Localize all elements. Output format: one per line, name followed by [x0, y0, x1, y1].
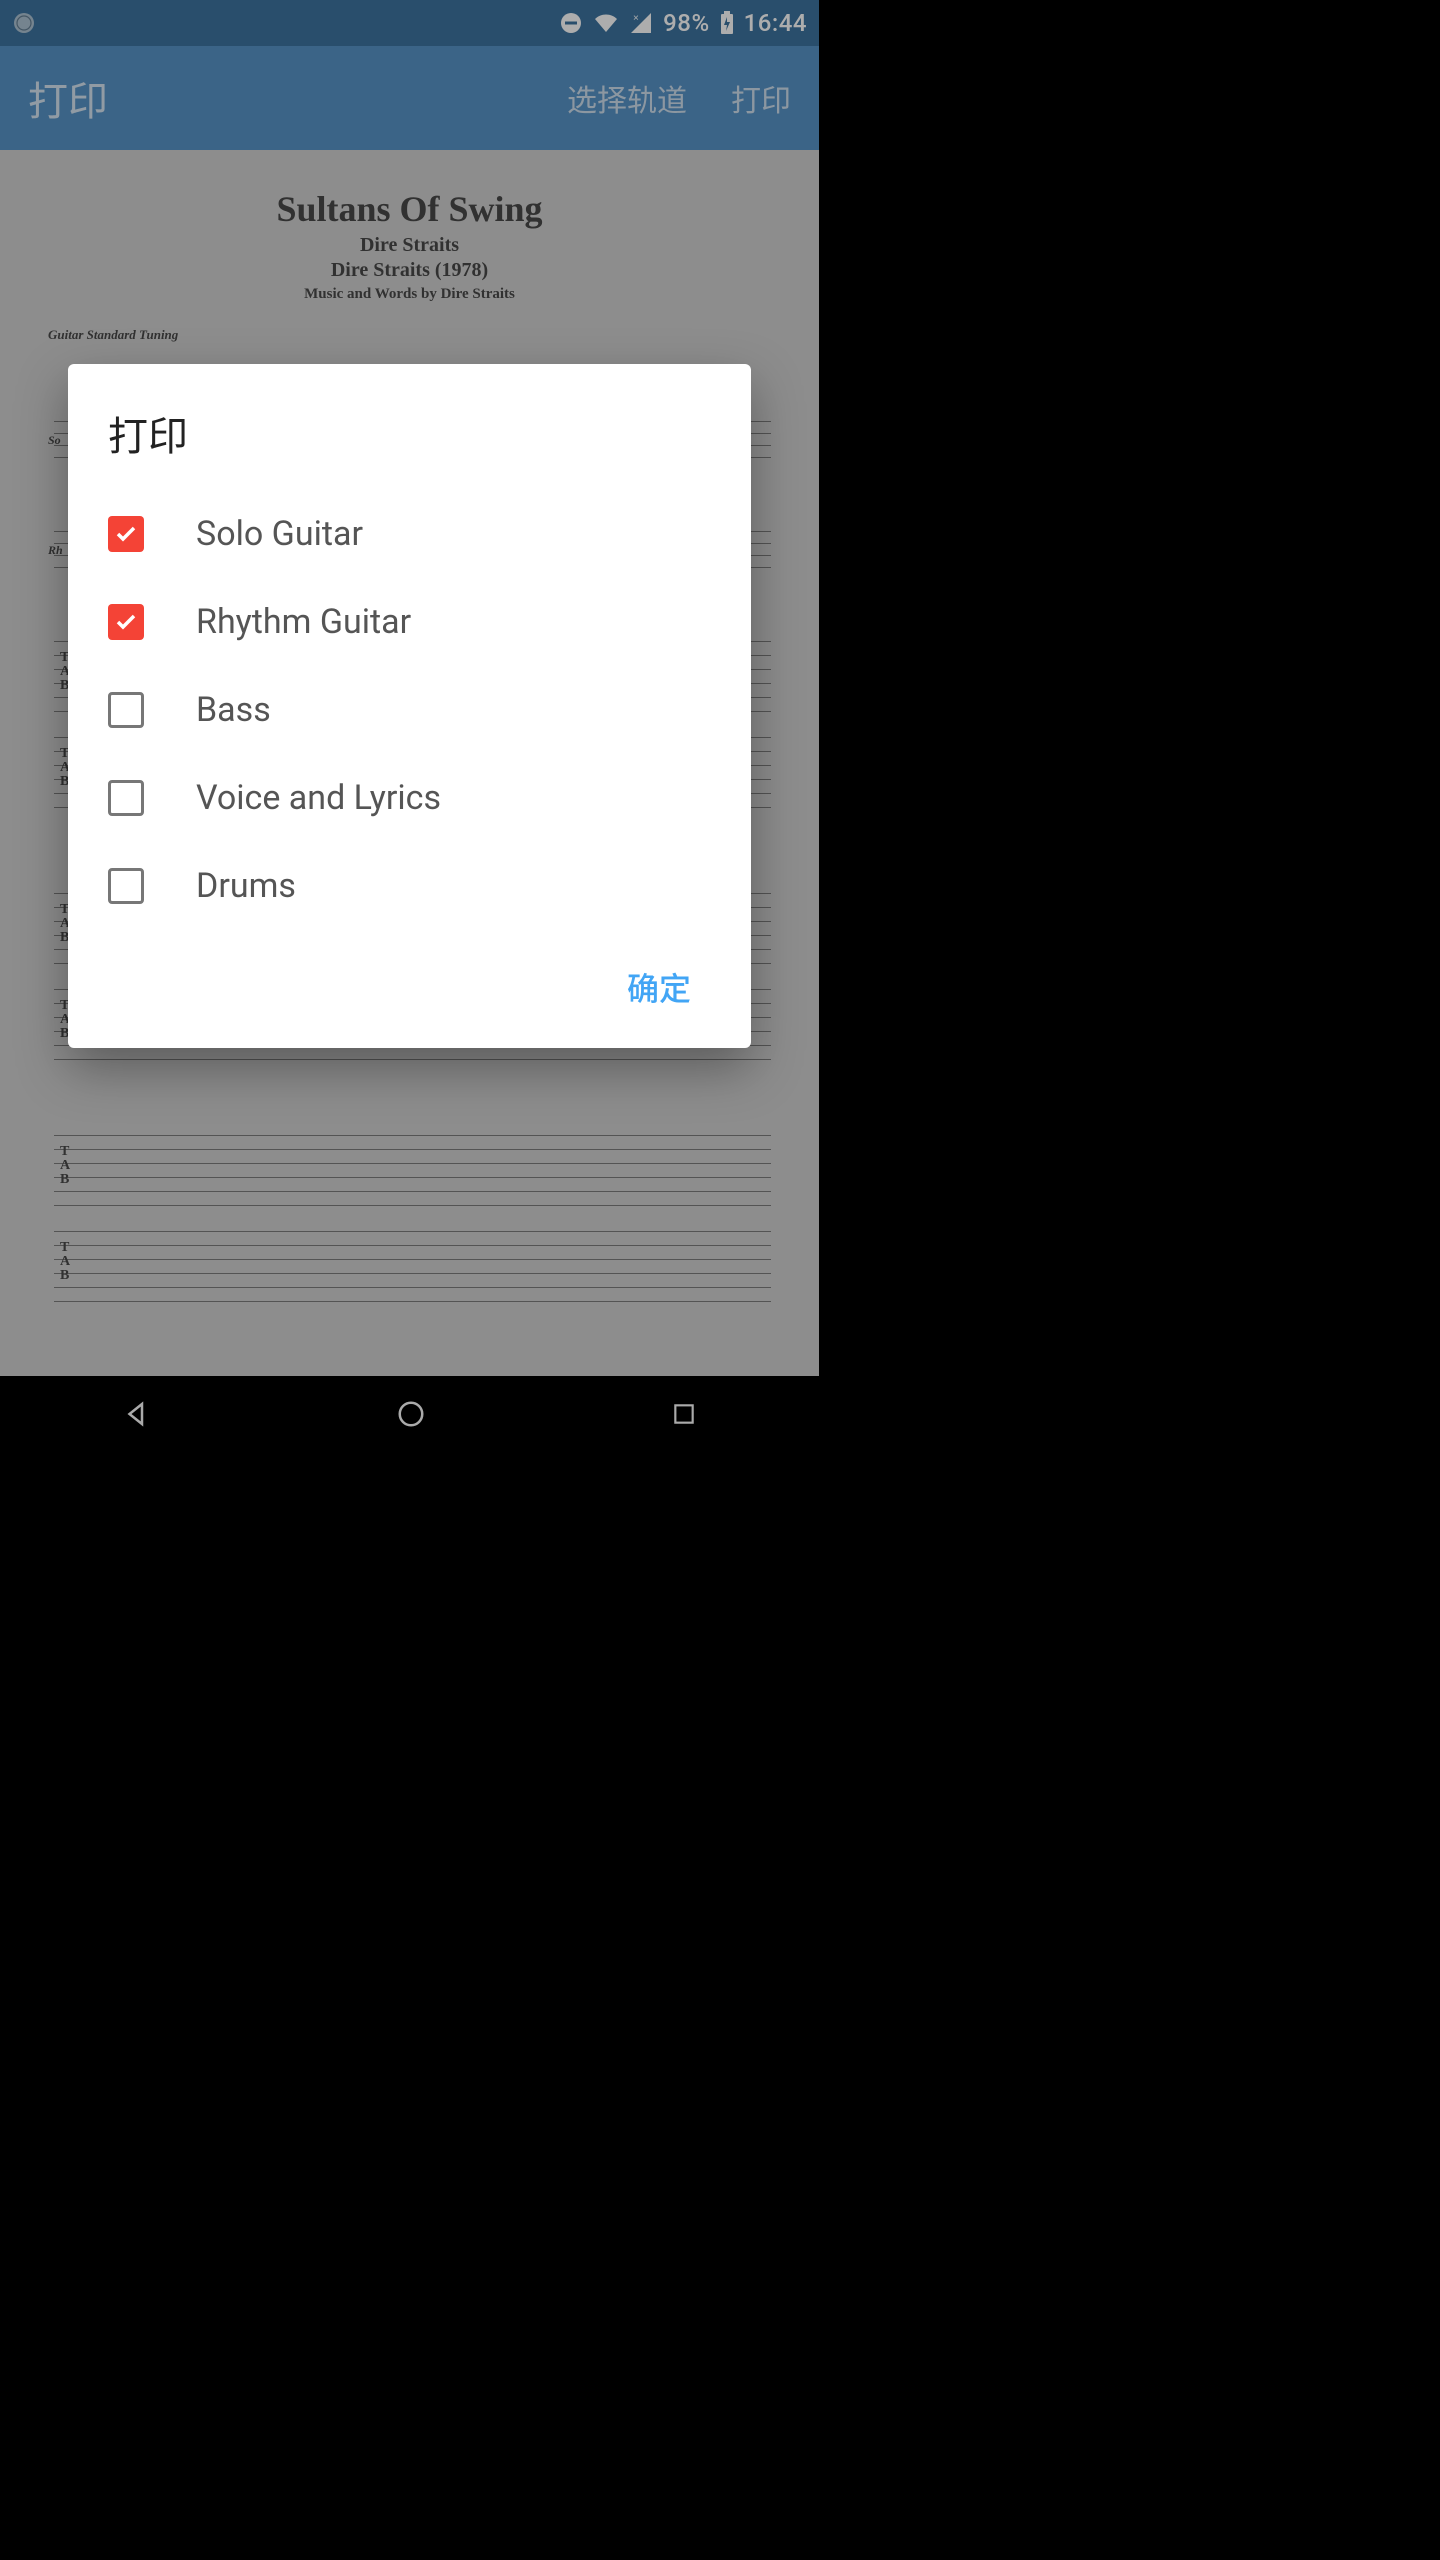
print-tracks-dialog: 打印 Solo Guitar Rhythm Guitar Bass Voice … [68, 364, 751, 1048]
track-option-bass[interactable]: Bass [108, 666, 711, 754]
track-option-solo-guitar[interactable]: Solo Guitar [108, 490, 711, 578]
track-option-label: Rhythm Guitar [196, 602, 411, 642]
track-option-label: Voice and Lyrics [196, 778, 441, 818]
checkbox-unchecked-icon [108, 692, 144, 728]
nav-home-button[interactable] [396, 1399, 426, 1433]
track-option-drums[interactable]: Drums [108, 842, 711, 930]
nav-recent-button[interactable] [671, 1401, 697, 1431]
checkbox-unchecked-icon [108, 780, 144, 816]
checkbox-checked-icon [108, 604, 144, 640]
dialog-footer: 确定 [108, 930, 711, 1022]
checkbox-checked-icon [108, 516, 144, 552]
android-nav-bar [0, 1376, 819, 1456]
ok-button[interactable]: 确定 [607, 952, 711, 1022]
track-option-label: Solo Guitar [196, 514, 363, 554]
track-option-rhythm-guitar[interactable]: Rhythm Guitar [108, 578, 711, 666]
track-option-label: Drums [196, 866, 296, 906]
dialog-title: 打印 [108, 404, 711, 462]
track-option-voice-lyrics[interactable]: Voice and Lyrics [108, 754, 711, 842]
track-option-label: Bass [196, 690, 271, 730]
nav-back-button[interactable] [122, 1399, 152, 1433]
screen: × 98% 16:44 打印 选择轨道 打印 Sultans Of Swing … [0, 0, 819, 1456]
checkbox-unchecked-icon [108, 868, 144, 904]
